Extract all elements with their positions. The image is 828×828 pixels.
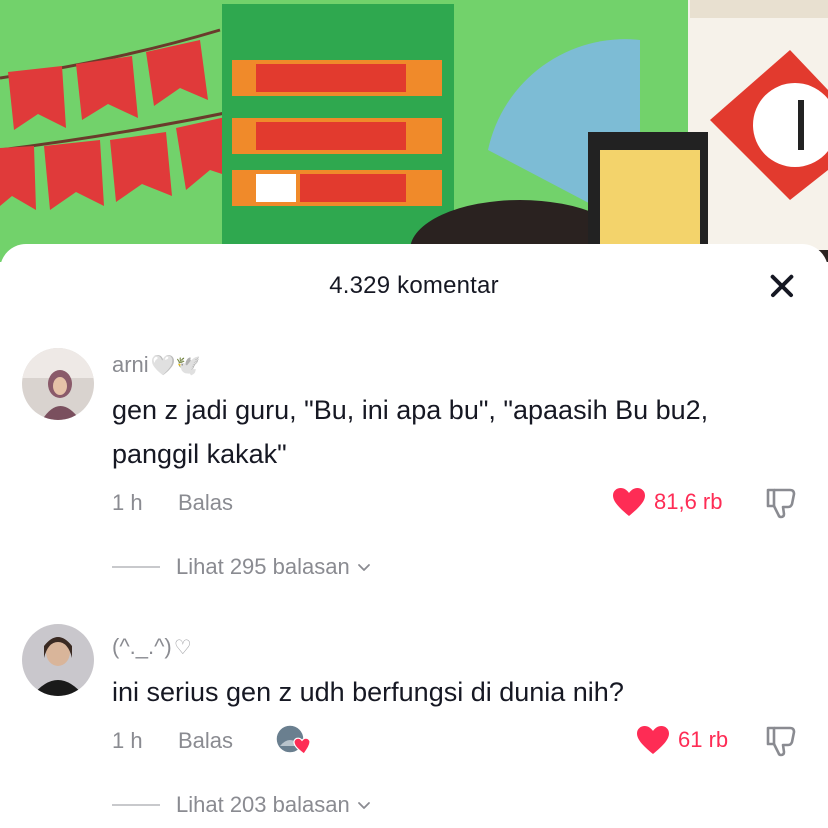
comment-time: 1 h	[112, 490, 143, 515]
reply-button[interactable]: Balas	[178, 728, 233, 754]
divider-line	[112, 566, 160, 568]
like-button[interactable]: 81,6 rb	[612, 486, 723, 518]
puzzle-board	[222, 4, 454, 260]
comments-sheet: 4.329 komentar arni 🤍🕊️ gen z jadi guru, …	[0, 244, 828, 828]
comment-time: 1 h	[112, 728, 143, 753]
heart-icon	[637, 726, 669, 754]
close-icon[interactable]	[762, 266, 802, 306]
like-count: 61 rb	[678, 727, 729, 752]
view-replies-label: Lihat 295 balasan	[176, 554, 350, 579]
comments-header: 4.329 komentar	[0, 244, 828, 328]
comment-count: 4.329 komentar	[329, 272, 499, 299]
like-button[interactable]: 61 rb	[636, 724, 728, 756]
view-replies-label: Lihat 203 balasan	[176, 792, 350, 817]
creator-liked-badge	[274, 724, 314, 756]
chevron-down-icon	[357, 802, 370, 809]
thumbs-down-icon[interactable]	[764, 724, 798, 758]
comment-text: gen z jadi guru, "Bu, ini apa bu", "apaa…	[112, 395, 709, 469]
username-text: (^._.^)	[112, 634, 172, 659]
clock-poster	[688, 0, 828, 250]
video-frame	[0, 0, 828, 262]
comment-username[interactable]: (^._.^) ♡	[112, 634, 192, 660]
thumbs-down-icon[interactable]	[764, 486, 798, 520]
like-count: 81,6 rb	[654, 489, 723, 514]
heart-icon	[613, 488, 645, 516]
avatar[interactable]	[22, 624, 94, 696]
username-decoration: ♡	[173, 637, 192, 659]
avatar[interactable]	[22, 348, 94, 420]
reply-button[interactable]: Balas	[178, 490, 233, 516]
divider-line	[112, 804, 160, 806]
comment-text: ini serius gen z udh berfungsi di dunia …	[112, 677, 624, 707]
username-decoration: 🤍🕊️	[150, 355, 201, 377]
chevron-down-icon	[357, 564, 370, 571]
username-text: arni	[112, 352, 149, 377]
video-background[interactable]	[0, 0, 828, 262]
comment-username[interactable]: arni 🤍🕊️	[112, 352, 201, 378]
view-replies-button[interactable]: Lihat 203 balasan	[112, 790, 372, 820]
view-replies-button[interactable]: Lihat 295 balasan	[112, 552, 372, 582]
